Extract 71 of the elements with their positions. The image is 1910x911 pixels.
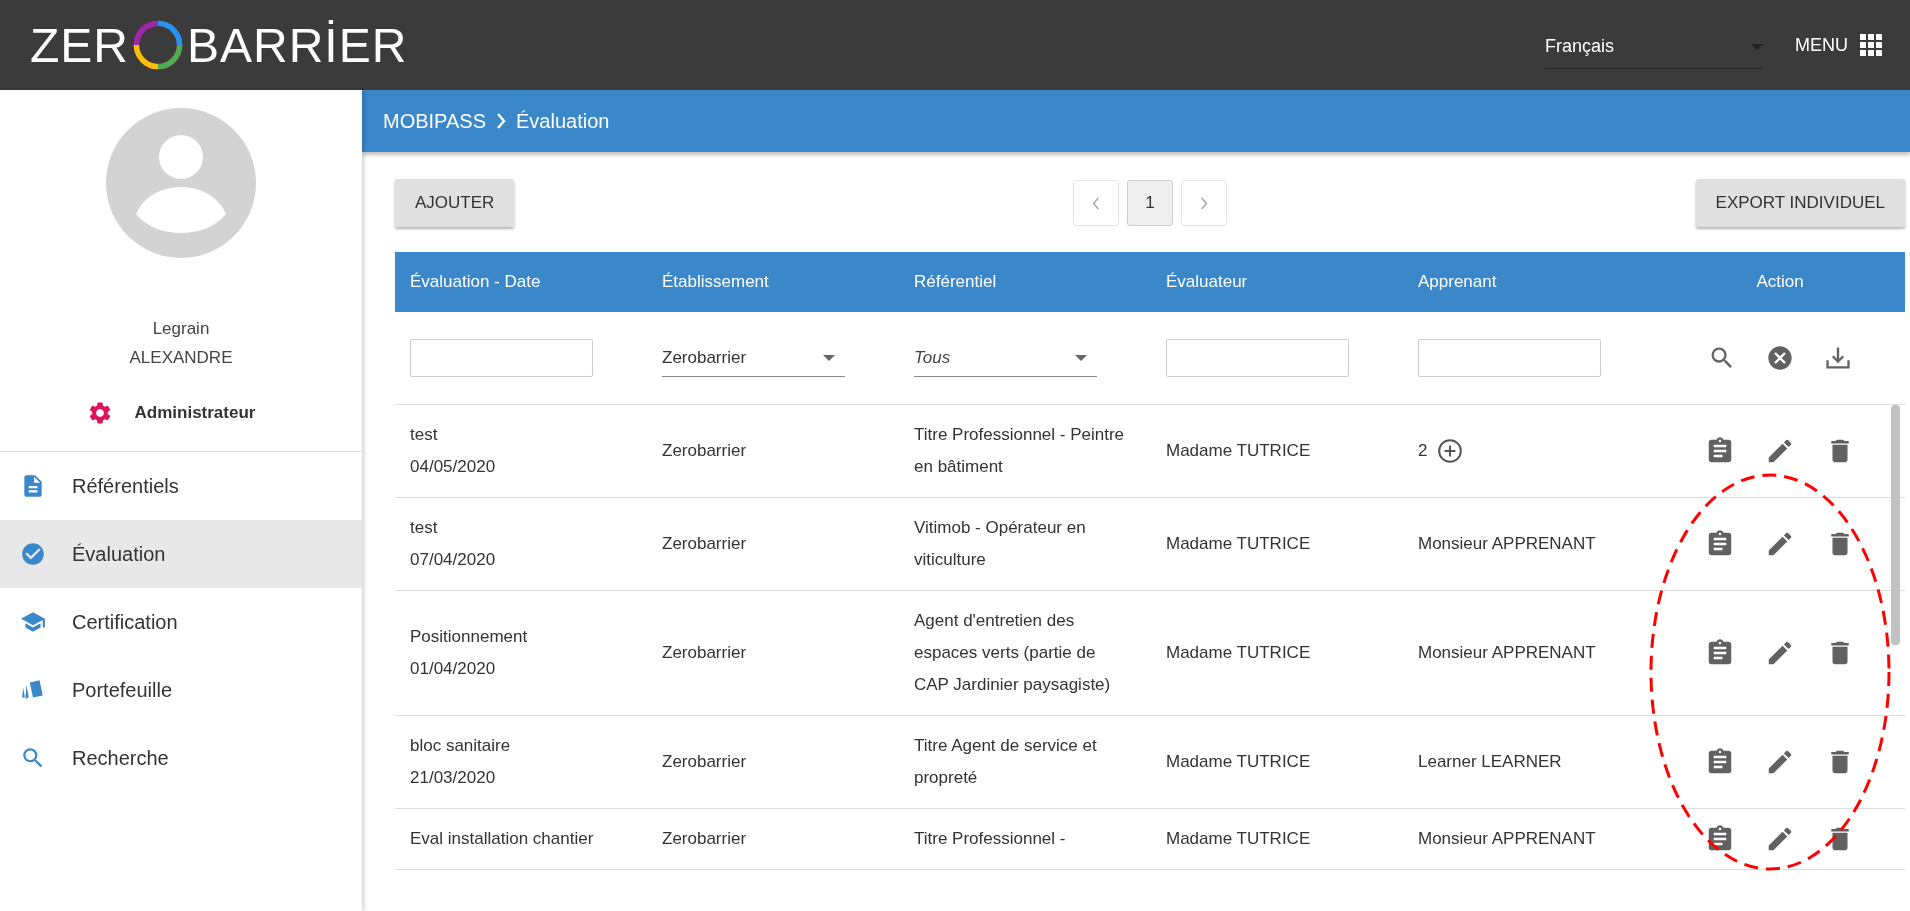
evaluation-date: 07/04/2020 xyxy=(410,549,497,571)
scrollbar-thumb[interactable] xyxy=(1891,405,1900,645)
user-last-name: ALEXANDRE xyxy=(129,347,233,369)
column-header: Établissement xyxy=(661,272,770,292)
user-role: Administrateur xyxy=(134,403,256,423)
clear-button[interactable] xyxy=(1766,344,1794,372)
evaluation-title: bloc sanitaire xyxy=(410,735,512,757)
table-cell-text: Monsieur APPRENANT xyxy=(1417,533,1597,555)
table-cell-text: Madame TUTRICE xyxy=(1165,828,1312,850)
breadcrumb-item[interactable]: MOBIPASS xyxy=(383,109,486,133)
filter-field[interactable] xyxy=(1166,339,1349,377)
ring-icon xyxy=(131,18,185,72)
table-cell-text: Madame TUTRICE xyxy=(1165,533,1312,555)
evaluation-title: test xyxy=(410,517,439,539)
filter-select[interactable]: Zerobarrier xyxy=(662,339,845,377)
column-header: Référentiel xyxy=(913,272,998,292)
evaluation-date: 01/04/2020 xyxy=(410,658,497,680)
evaluation-title: test xyxy=(410,424,439,446)
logo-text: BARRİER xyxy=(187,17,408,73)
clear-icon xyxy=(1766,344,1794,372)
caret-icon xyxy=(1075,354,1087,361)
breadcrumb-item[interactable]: Évaluation xyxy=(516,109,610,133)
grid-icon xyxy=(1860,34,1882,56)
table-cell-text: Madame TUTRICE xyxy=(1165,751,1312,773)
column-header: Évaluation - Date xyxy=(409,272,542,292)
caret-icon xyxy=(823,354,835,361)
language-select[interactable]: Français xyxy=(1545,29,1763,69)
table-cell-text: Vitimob - Opérateur en viticulture xyxy=(913,517,1087,571)
evaluation-date: 04/05/2020 xyxy=(410,456,497,478)
nav-item[interactable]: Certification xyxy=(0,588,362,656)
page-button[interactable]: 1 xyxy=(1127,180,1173,226)
add-button[interactable]: AJOUTER xyxy=(395,179,515,227)
table-cell-text: Titre Professionnel - Peintre en bâtiment xyxy=(913,424,1126,478)
table-cell-text: Monsieur APPRENANT xyxy=(1417,642,1597,664)
plus-circle-icon xyxy=(1437,438,1464,464)
export-button[interactable]: EXPORT INDIVIDUEL xyxy=(1695,179,1905,227)
evaluation-date: 21/03/2020 xyxy=(410,767,497,789)
evaluation-title: Positionnement xyxy=(410,626,529,648)
table-cell-text: Titre Agent de service et propreté xyxy=(913,735,1098,789)
nav-item[interactable]: Recherche xyxy=(0,724,362,792)
table-cell-text: Monsieur APPRENANT xyxy=(1417,828,1597,850)
table-cell-text: Zerobarrier xyxy=(661,642,748,664)
table-cell-text: Titre Professionnel - xyxy=(913,828,1067,850)
table-cell-text: Zerobarrier xyxy=(661,751,748,773)
learner-count: 2 xyxy=(1418,440,1428,462)
chevron-left-icon xyxy=(1092,196,1100,210)
evaluation-title: Eval installation chantier xyxy=(410,828,595,850)
column-header: Apprenant xyxy=(1417,272,1498,292)
nav-item[interactable]: Évaluation xyxy=(0,520,362,588)
chevron-right-icon xyxy=(1200,196,1208,210)
table-cell-text: Zerobarrier xyxy=(661,828,748,850)
menu-button[interactable]: MENU xyxy=(1795,34,1882,56)
logo-text: ZER xyxy=(30,17,129,73)
filter-field[interactable] xyxy=(1418,339,1601,377)
table-cell-text: Madame TUTRICE xyxy=(1165,642,1312,664)
avatar-icon xyxy=(106,108,256,258)
table-cell-text: Agent d'entretien des espaces verts (partie de CAP Jardinier paysagiste) xyxy=(913,610,1112,696)
nav-item[interactable]: Portefeuille xyxy=(0,656,362,724)
table-cell-text: Learner LEARNER xyxy=(1417,751,1563,773)
filter-select[interactable]: Tous xyxy=(914,339,1097,377)
table-cell-text: Madame TUTRICE xyxy=(1165,440,1312,462)
caret-icon xyxy=(1751,43,1763,50)
table-cell-text: Zerobarrier xyxy=(661,440,748,462)
table-cell-text: Zerobarrier xyxy=(661,533,748,555)
nav-item[interactable]: Référentiels xyxy=(0,452,362,520)
column-header: Évaluateur xyxy=(1165,272,1249,292)
column-header: Action xyxy=(1755,272,1805,292)
filter-field[interactable] xyxy=(410,339,593,377)
user-first-name: Legrain xyxy=(151,318,211,340)
chevron-icon xyxy=(496,113,506,129)
add-learner-button[interactable] xyxy=(1437,438,1464,464)
